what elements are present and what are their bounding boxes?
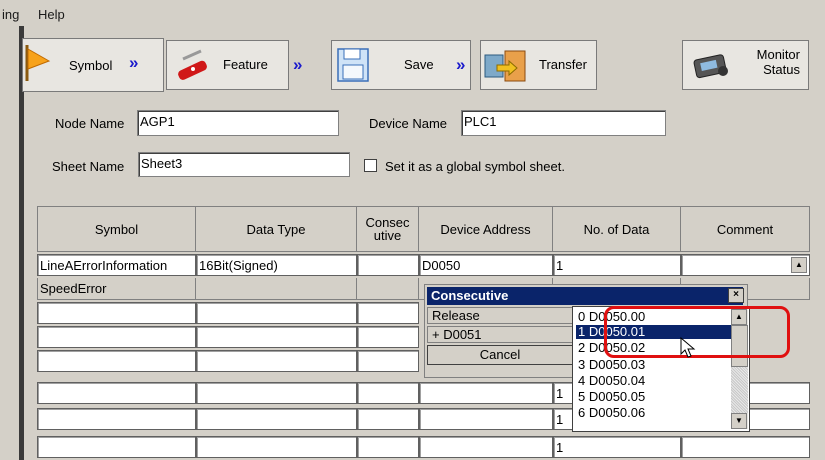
list-item[interactable]: 5 D0050.05 bbox=[576, 390, 731, 404]
transfer-label: Transfer bbox=[539, 57, 587, 72]
node-name-field[interactable]: AGP1 bbox=[137, 110, 339, 136]
next-arrow-icon: » bbox=[293, 55, 303, 74]
table-cell-consecutive[interactable] bbox=[357, 278, 419, 300]
global-sheet-checkbox[interactable] bbox=[364, 159, 377, 172]
list-item[interactable]: 4 D0050.04 bbox=[576, 374, 731, 388]
symbol-label: Symbol bbox=[69, 58, 113, 73]
table-cell-data-type[interactable] bbox=[196, 436, 357, 458]
table-cell-data-type[interactable] bbox=[196, 278, 357, 300]
table-cell-no-of-data[interactable]: 1 bbox=[553, 254, 681, 276]
table-cell-data-type[interactable] bbox=[196, 382, 357, 404]
floppy-disk-icon bbox=[337, 48, 369, 82]
feature-label: Feature bbox=[223, 57, 268, 72]
table-cell-consecutive[interactable] bbox=[357, 326, 419, 348]
menu-bar: ing Help bbox=[0, 0, 825, 26]
table-cell-symbol[interactable]: SpeedError bbox=[37, 278, 196, 300]
table-cell-consecutive[interactable] bbox=[357, 436, 419, 458]
feature-button[interactable]: Feature bbox=[166, 40, 289, 90]
sheet-name-label: Sheet Name bbox=[52, 159, 125, 174]
list-item[interactable]: 3 D0050.03 bbox=[576, 358, 731, 372]
transfer-icon bbox=[484, 50, 526, 82]
table-cell-device-address[interactable] bbox=[419, 382, 553, 404]
column-header-comment[interactable]: Comment bbox=[681, 206, 810, 252]
next-arrow-icon: » bbox=[129, 53, 139, 72]
table-cell-consecutive[interactable] bbox=[357, 382, 419, 404]
save-label: Save bbox=[404, 57, 434, 72]
device-name-label: Device Name bbox=[369, 116, 448, 131]
table-cell-symbol[interactable] bbox=[37, 382, 196, 404]
save-button[interactable]: Save bbox=[331, 40, 471, 90]
table-cell-device-address[interactable] bbox=[419, 408, 553, 430]
table-cell-data-type[interactable] bbox=[196, 350, 357, 372]
table-cell-consecutive[interactable] bbox=[357, 408, 419, 430]
column-header-no-of-data[interactable]: No. of Data bbox=[553, 206, 681, 252]
column-header-device-address[interactable]: Device Address bbox=[419, 206, 553, 252]
mouse-cursor-icon bbox=[680, 337, 696, 358]
monitor-label: Monitor Status bbox=[754, 47, 800, 77]
table-cell-no-of-data[interactable]: 1 bbox=[553, 436, 681, 458]
menu-item-help[interactable]: Help bbox=[38, 7, 65, 22]
table-cell-device-address[interactable] bbox=[419, 436, 553, 458]
transfer-button[interactable]: Transfer bbox=[480, 40, 597, 90]
table-cell-data-type[interactable]: 16Bit(Signed) bbox=[196, 254, 357, 276]
menu-item-ing[interactable]: ing bbox=[2, 7, 19, 22]
table-cell-symbol[interactable]: LineAErrorInformation bbox=[37, 254, 196, 276]
table-cell-comment[interactable] bbox=[681, 436, 810, 458]
monitor-label-line2: Status bbox=[763, 62, 800, 77]
monitor-device-icon bbox=[693, 54, 728, 79]
scroll-up-icon[interactable]: ▲ bbox=[791, 257, 807, 273]
flag-icon bbox=[25, 45, 51, 81]
monitor-status-button[interactable]: Monitor Status bbox=[682, 40, 809, 90]
table-cell-symbol[interactable] bbox=[37, 302, 196, 324]
table-cell-data-type[interactable] bbox=[196, 302, 357, 324]
column-header-data-type[interactable]: Data Type bbox=[196, 206, 357, 252]
global-sheet-label: Set it as a global symbol sheet. bbox=[385, 159, 565, 174]
sheet-name-field[interactable]: Sheet3 bbox=[138, 152, 350, 177]
table-cell-symbol[interactable] bbox=[37, 326, 196, 348]
knife-icon bbox=[178, 49, 207, 80]
table-cell-symbol[interactable] bbox=[37, 436, 196, 458]
cancel-button[interactable]: Cancel bbox=[427, 345, 573, 365]
table-cell-consecutive[interactable] bbox=[357, 350, 419, 372]
close-icon[interactable]: × bbox=[728, 288, 744, 303]
table-cell-consecutive[interactable] bbox=[357, 302, 419, 324]
table-cell-symbol[interactable] bbox=[37, 408, 196, 430]
monitor-label-line1: Monitor bbox=[756, 47, 800, 62]
consecutive-header-line2: utive bbox=[373, 228, 402, 243]
symbol-button[interactable]: Symbol » bbox=[22, 38, 164, 92]
table-cell-device-address[interactable]: D0050 bbox=[419, 254, 553, 276]
table-cell-data-type[interactable] bbox=[196, 408, 357, 430]
scroll-down-icon[interactable]: ▼ bbox=[731, 413, 747, 429]
device-name-field[interactable]: PLC1 bbox=[461, 110, 666, 136]
column-header-symbol[interactable]: Symbol bbox=[37, 206, 196, 252]
table-cell-consecutive[interactable] bbox=[357, 254, 419, 276]
release-button[interactable]: Release bbox=[427, 307, 573, 324]
next-arrow-icon: » bbox=[456, 55, 466, 74]
table-cell-symbol[interactable] bbox=[37, 350, 196, 372]
popup-title: Consecutive bbox=[427, 287, 743, 305]
scroll-track[interactable] bbox=[731, 367, 748, 413]
column-header-consecutive[interactable]: Consec utive bbox=[357, 206, 419, 252]
list-item[interactable]: 6 D0050.06 bbox=[576, 406, 731, 420]
table-cell-data-type[interactable] bbox=[196, 326, 357, 348]
node-name-label: Node Name bbox=[55, 116, 125, 131]
expand-d0051-item[interactable]: + D0051 bbox=[427, 326, 573, 343]
